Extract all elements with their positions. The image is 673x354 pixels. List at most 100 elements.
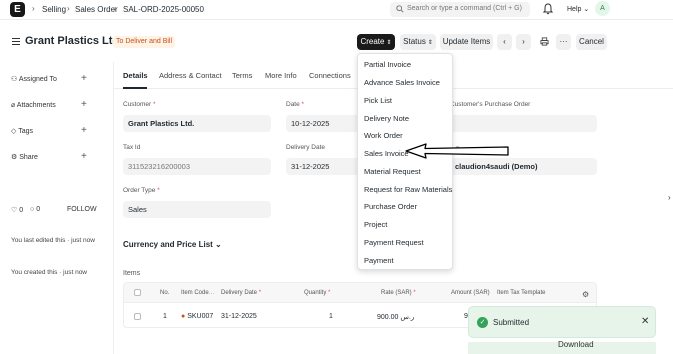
- last-edited-text: You last edited this · just now: [11, 237, 95, 244]
- menu-item-advance-sales-invoice[interactable]: Advance Sales Invoice: [364, 78, 440, 87]
- column-header: Quantity *: [304, 290, 331, 296]
- tab-more-info[interactable]: More Info: [265, 71, 297, 80]
- print-button[interactable]: [536, 34, 552, 50]
- bell-icon[interactable]: [543, 3, 553, 15]
- create-button[interactable]: Create ⇕: [357, 34, 395, 50]
- select-all-checkbox[interactable]: [134, 289, 141, 296]
- assigned-to-label[interactable]: ⚇ Assigned To: [11, 75, 57, 83]
- next-doc-button[interactable]: ›: [516, 34, 531, 50]
- customer-label: Customer *: [123, 101, 156, 108]
- help-menu[interactable]: Help ⌄: [567, 5, 589, 13]
- status-label: Status: [403, 37, 426, 46]
- breadcrumb-document[interactable]: SAL-ORD-2025-00050: [123, 5, 204, 14]
- search-icon: [396, 5, 404, 13]
- menu-item-material-request[interactable]: Material Request: [364, 167, 421, 176]
- create-dropdown-menu: Partial Invoice Advance Sales Invoice Pi…: [357, 53, 453, 270]
- menu-item-request-raw-materials[interactable]: Request for Raw Materials: [364, 185, 452, 194]
- column-header: Delivery Date *: [221, 290, 262, 296]
- form-sidebar: ⚇ Assigned To + ⌀ Attachments + ◇ Tags +…: [0, 68, 110, 354]
- success-toast: ✓ Submitted ✕: [468, 306, 656, 338]
- hamburger-icon[interactable]: [12, 38, 20, 45]
- scroll-marker: ›: [668, 193, 671, 202]
- tab-connections[interactable]: Connections: [309, 71, 351, 80]
- add-assignee-icon[interactable]: +: [81, 73, 87, 84]
- tags-label[interactable]: ◇ Tags: [11, 127, 33, 135]
- row-quantity[interactable]: 1: [329, 313, 333, 320]
- top-navbar: E › Selling › Sales Order › SAL-ORD-2025…: [0, 0, 673, 20]
- menu-item-payment-request[interactable]: Payment Request: [364, 238, 424, 247]
- row-no: 1: [163, 313, 167, 320]
- arrow-annotation: [405, 143, 509, 159]
- column-header: Amount (SAR): [451, 290, 490, 296]
- printer-icon: [539, 37, 549, 46]
- add-tag-icon[interactable]: +: [81, 125, 87, 136]
- customer-purchase-order-field[interactable]: [450, 115, 597, 132]
- help-label: Help: [567, 6, 582, 13]
- add-attachment-icon[interactable]: +: [81, 99, 87, 110]
- create-label: Create: [360, 37, 385, 46]
- settings-gear-icon[interactable]: ⚙: [582, 290, 589, 299]
- menu-item-delivery-note[interactable]: Delivery Note: [364, 114, 409, 123]
- order-type-label: Order Type *: [123, 187, 160, 194]
- chevron-updown-icon: ⇕: [427, 40, 433, 46]
- row-item-code[interactable]: ● SKU007: [181, 313, 213, 320]
- items-label: Items: [123, 270, 141, 277]
- search-bar[interactable]: Search or type a command (Ctrl + G): [390, 2, 530, 17]
- close-icon[interactable]: ✕: [641, 316, 649, 327]
- chevron-right-icon: ›: [114, 4, 117, 13]
- avatar[interactable]: A: [595, 1, 610, 16]
- previous-doc-button[interactable]: ‹: [497, 34, 512, 50]
- menu-item-work-order[interactable]: Work Order: [364, 131, 403, 140]
- user-icon: ⚇: [11, 76, 19, 83]
- row-checkbox[interactable]: [134, 313, 141, 320]
- column-header: Item Tax Template: [497, 290, 546, 296]
- delivery-date-label: Delivery Date: [286, 144, 326, 151]
- status-button[interactable]: Status ⇕: [400, 34, 436, 50]
- tab-address-contact[interactable]: Address & Contact: [159, 71, 222, 80]
- page-header: Grant Plastics Ltd. To Deliver and Bill …: [0, 30, 673, 56]
- chevron-updown-icon: ⇕: [386, 40, 392, 46]
- tax-id-field[interactable]: 311523216200003: [123, 158, 271, 175]
- row-delivery-date[interactable]: 31-12-2025: [221, 313, 257, 320]
- download-link[interactable]: Download: [558, 340, 594, 349]
- row-rate[interactable]: 900.00 ر.س: [377, 313, 414, 321]
- breadcrumb-selling[interactable]: Selling: [42, 5, 66, 14]
- customer-field[interactable]: Grant Plastics Ltd.: [123, 115, 271, 132]
- cancel-button[interactable]: Cancel: [576, 34, 607, 50]
- tab-terms[interactable]: Terms: [232, 71, 252, 80]
- column-header: Item Code…: [181, 290, 215, 296]
- order-type-field[interactable]: Sales: [123, 201, 271, 218]
- chevron-right-icon: ›: [67, 4, 70, 13]
- follow-button[interactable]: FOLLOW: [67, 206, 97, 213]
- status-badge: To Deliver and Bill: [113, 36, 176, 48]
- heart-icon: ♡: [11, 207, 20, 214]
- check-circle-icon: ✓: [477, 317, 488, 328]
- customer-purchase-order-label: Customer's Purchase Order: [450, 101, 531, 108]
- menu-item-project[interactable]: Project: [364, 220, 387, 229]
- share-label[interactable]: ⚙ Share: [11, 153, 38, 161]
- more-actions-button[interactable]: ···: [556, 34, 571, 50]
- search-placeholder: Search or type a command (Ctrl + G): [407, 5, 522, 12]
- menu-item-sales-invoice[interactable]: Sales Invoice: [364, 149, 409, 158]
- column-header: No.: [160, 290, 170, 296]
- share-icon: ⚙: [11, 154, 20, 161]
- app-logo[interactable]: E: [10, 2, 25, 17]
- menu-item-purchase-order[interactable]: Purchase Order: [364, 202, 417, 211]
- add-share-icon[interactable]: +: [81, 151, 87, 162]
- chevron-down-icon: ⌄: [215, 240, 222, 249]
- like-count[interactable]: ♡ 0: [11, 206, 23, 214]
- update-items-button[interactable]: Update Items: [440, 34, 493, 50]
- date-label: Date *: [286, 101, 305, 108]
- attachments-label[interactable]: ⌀ Attachments: [11, 101, 56, 109]
- menu-item-payment[interactable]: Payment: [364, 256, 394, 265]
- tab-details[interactable]: Details: [123, 71, 148, 80]
- breadcrumb-sales-order[interactable]: Sales Order: [75, 5, 118, 14]
- comment-count[interactable]: ○ 0: [30, 206, 40, 213]
- toast-message: Submitted: [493, 318, 530, 327]
- items-table-header: No. Item Code… Delivery Date * Quantity …: [124, 283, 596, 303]
- column-header: Rate (SAR) *: [381, 290, 416, 296]
- currency-price-list-section[interactable]: Currency and Price List ⌄: [123, 240, 222, 249]
- active-tab-indicator: [123, 87, 147, 89]
- menu-item-partial-invoice[interactable]: Partial Invoice: [364, 60, 411, 69]
- menu-item-pick-list[interactable]: Pick List: [364, 96, 392, 105]
